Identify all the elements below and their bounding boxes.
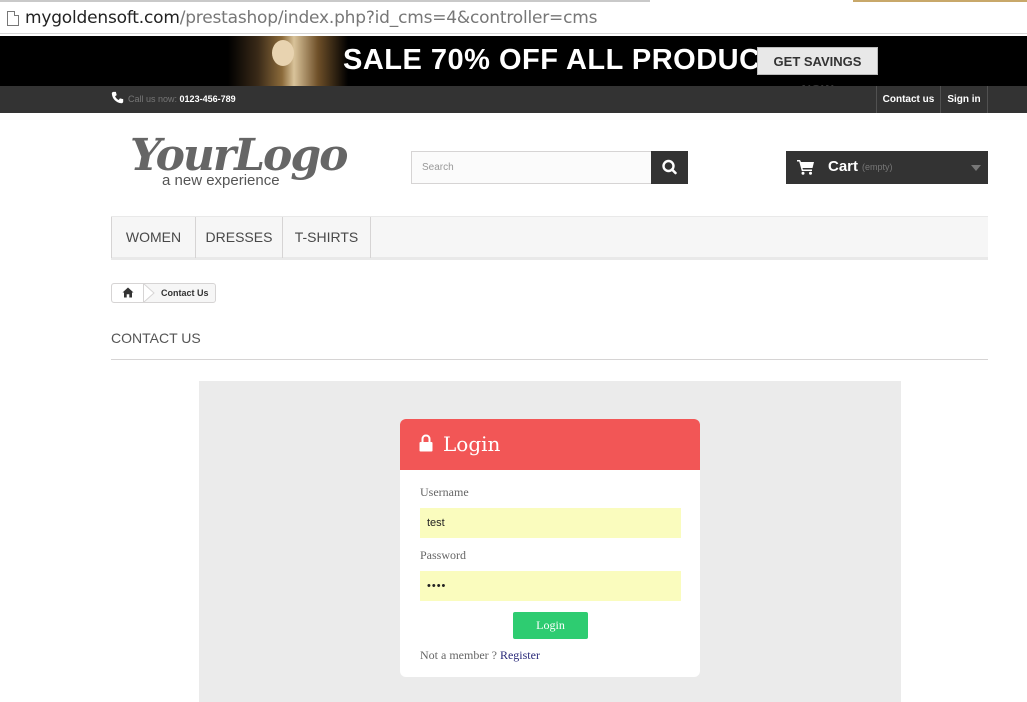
logo-tagline: a new experience <box>162 172 280 189</box>
cart-icon <box>797 160 814 175</box>
menu-item-dresses[interactable]: DRESSES <box>196 217 283 258</box>
search-input[interactable] <box>411 151 652 184</box>
breadcrumb: Contact Us <box>111 283 216 303</box>
login-button[interactable]: Login <box>513 612 588 639</box>
banner-sale-text: SALE 70% OFF ALL PRODUCTS <box>343 44 799 76</box>
register-link[interactable]: Register <box>500 648 540 662</box>
address-bar[interactable]: mygoldensoft.com/prestashop/index.php?id… <box>0 0 1027 34</box>
page-title: CONTACT US <box>111 330 201 346</box>
url-path: /prestashop/index.php?id_cms=4&controlle… <box>179 8 598 28</box>
username-field[interactable] <box>420 508 681 538</box>
home-icon <box>122 287 134 298</box>
not-member-text: Not a member ? <box>420 648 497 662</box>
top-nav: Call us now: 0123-456-789 Contact us Sig… <box>0 86 1027 113</box>
contact-us-link[interactable]: Contact us <box>876 86 940 113</box>
breadcrumb-home[interactable] <box>112 284 144 302</box>
breadcrumb-separator <box>144 284 155 302</box>
call-us-text: Call us now: 0123-456-789 <box>128 94 236 104</box>
page-icon <box>7 11 19 26</box>
search-button[interactable] <box>651 151 688 184</box>
url-host: mygoldensoft.com <box>25 8 180 28</box>
url-text[interactable]: mygoldensoft.com/prestashop/index.php?id… <box>25 8 597 28</box>
main-menu: WOMEN DRESSES T-SHIRTS <box>111 216 988 260</box>
menu-item-t-shirts[interactable]: T-SHIRTS <box>283 217 371 258</box>
heading-divider <box>111 359 988 360</box>
phone-number: 0123-456-789 <box>179 94 236 104</box>
password-label: Password <box>420 548 467 562</box>
promo-banner[interactable]: SALE 70% OFF ALL PRODUCTS GET SAVINGS NO… <box>0 36 1027 86</box>
menu-item-women[interactable]: WOMEN <box>111 217 196 258</box>
call-prefix: Call us now: <box>128 94 178 104</box>
search-icon <box>662 159 677 175</box>
site-logo[interactable]: YourLogo a new experience <box>130 130 349 192</box>
login-card: Login Username Password Login Not a memb… <box>400 419 700 677</box>
tab-edge-accent <box>853 0 1027 2</box>
get-savings-button[interactable]: GET SAVINGS NOW <box>757 47 878 86</box>
login-header: Login <box>400 419 700 470</box>
tab-edge <box>0 0 650 2</box>
breadcrumb-current: Contact Us <box>161 288 209 298</box>
login-title: Login <box>443 432 501 456</box>
cart-label: Cart <box>828 158 859 175</box>
cart-status: (empty) <box>862 162 893 172</box>
password-field[interactable] <box>420 571 681 601</box>
banner-photo <box>228 36 348 86</box>
phone-icon <box>111 91 124 104</box>
cart-button[interactable]: Cart (empty) <box>786 151 988 184</box>
search-form <box>411 151 688 184</box>
chevron-down-icon <box>971 165 981 171</box>
register-prompt: Not a member ? Register <box>420 648 540 663</box>
lock-icon <box>419 434 433 452</box>
username-label: Username <box>420 485 469 499</box>
sign-in-link[interactable]: Sign in <box>940 86 988 113</box>
